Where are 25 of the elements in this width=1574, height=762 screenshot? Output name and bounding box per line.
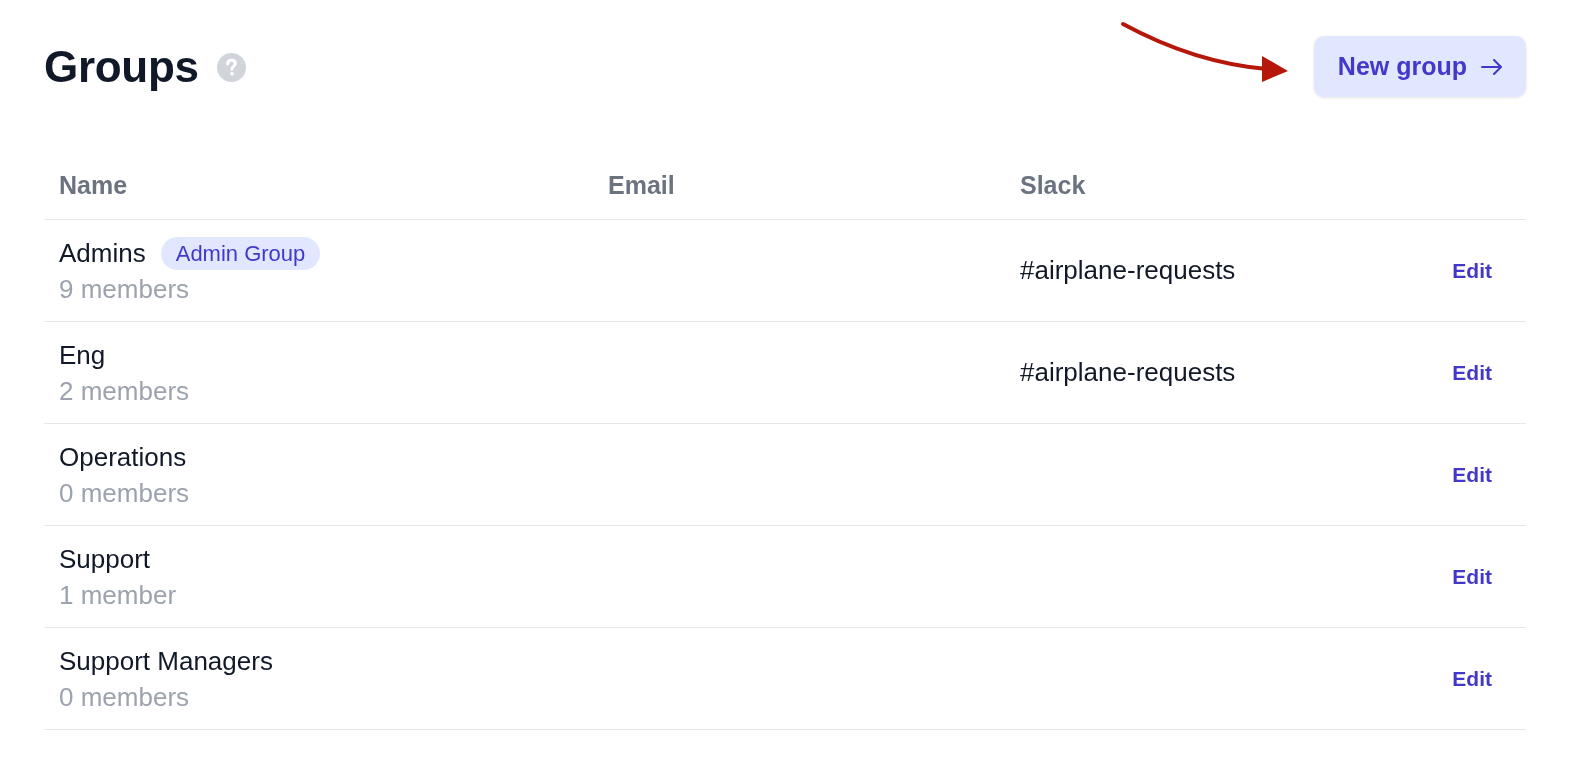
edit-link[interactable]: Edit bbox=[1452, 360, 1492, 384]
group-tag: Admin Group bbox=[160, 236, 321, 270]
group-name: Operations bbox=[59, 441, 187, 474]
page-title: Groups bbox=[44, 40, 199, 93]
edit-link[interactable]: Edit bbox=[1452, 462, 1492, 486]
help-icon[interactable] bbox=[216, 53, 246, 82]
group-name: Support Managers bbox=[59, 645, 273, 678]
column-header: Email bbox=[608, 171, 675, 199]
edit-link[interactable]: Edit bbox=[1452, 564, 1492, 588]
member-count: 2 members bbox=[59, 375, 190, 408]
member-count: 0 members bbox=[59, 477, 190, 510]
new-group-button[interactable]: New group bbox=[1313, 36, 1526, 97]
group-name: Support bbox=[59, 543, 151, 576]
edit-link[interactable]: Edit bbox=[1452, 666, 1492, 690]
column-header: Name bbox=[59, 171, 128, 199]
member-count: 9 members bbox=[59, 273, 190, 306]
slack-channel: #airplane-requests bbox=[1020, 255, 1236, 285]
slack-channel: #airplane-requests bbox=[1020, 357, 1236, 387]
group-name: Admins bbox=[59, 237, 146, 270]
arrow-right-icon bbox=[1481, 58, 1503, 75]
column-header: Slack bbox=[1020, 171, 1086, 199]
edit-link[interactable]: Edit bbox=[1452, 258, 1492, 282]
member-count: 0 members bbox=[59, 681, 190, 714]
member-count: 1 member bbox=[59, 579, 177, 612]
group-name: Eng bbox=[59, 339, 106, 372]
